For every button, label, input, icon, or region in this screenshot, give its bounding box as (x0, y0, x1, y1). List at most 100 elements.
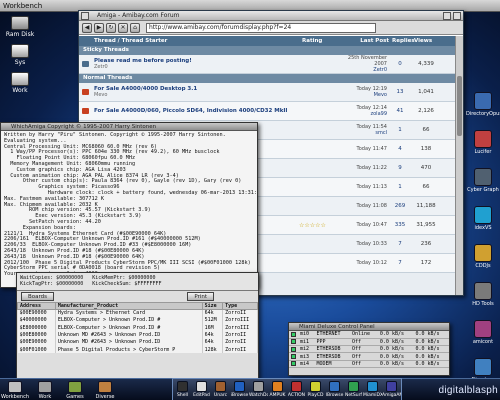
right-dock-item[interactable]: DirectoryOpus (466, 92, 500, 128)
thread-replies[interactable]: 13 (389, 89, 411, 95)
thread-replies[interactable]: 7 (389, 260, 411, 266)
interface-status: Off (350, 345, 378, 354)
board-address: $00E80000 (17, 331, 56, 339)
rx-rate: 0.0 kB/s (377, 331, 414, 339)
last-post-by[interactable]: Mevo (339, 92, 387, 98)
table-row[interactable]: $40000000 ELBOX-Computer > Unknown Prod.I… (17, 316, 258, 325)
thread-starter[interactable]: Zetr0 (94, 64, 299, 70)
thread-views: 66 (422, 184, 430, 190)
table-row[interactable]: $00E80000 Unknown MD #2643 > Unknown Prod… (17, 331, 258, 339)
last-post-by[interactable]: smcl (339, 130, 387, 136)
col-last-post[interactable]: Last Post (339, 36, 389, 46)
thread-row[interactable]: Please read me before posting! Zetr0 25th… (79, 55, 463, 74)
dock-item[interactable]: PlayCD (306, 379, 325, 400)
thread-views: 236 (420, 241, 432, 247)
right-dock-item[interactable]: CDDJs (466, 244, 500, 280)
stop-icon[interactable]: ✕ (118, 22, 128, 33)
dock-label: iBrowse (230, 393, 249, 398)
thread-replies[interactable]: 1 (389, 127, 411, 133)
thread-replies[interactable]: 4 (389, 146, 411, 152)
right-dock-item[interactable]: Lucifer (466, 130, 500, 166)
launcher-item[interactable]: Work (30, 379, 60, 400)
dock-item[interactable]: IBrowse (325, 379, 344, 400)
col-thread[interactable]: Thread / Thread Starter (91, 36, 299, 46)
table-row[interactable]: $00E90000 Hydra Systems > Ethernet Card 64… (17, 309, 258, 317)
right-dock-item[interactable]: idexVS (466, 206, 500, 242)
zoom-icon[interactable] (443, 12, 451, 20)
right-dock-item[interactable]: amicont (466, 320, 500, 356)
back-icon[interactable]: ◀ (82, 22, 92, 33)
print-button[interactable]: Print (187, 292, 214, 301)
dock-item[interactable]: EditPad (192, 379, 211, 400)
col-replies[interactable]: Replies (389, 36, 415, 46)
whichamiga-title-bar[interactable]: WhichAmiga Copyright © 1995-2007 Harry S… (1, 123, 257, 131)
dock-label: MiamiDX (363, 393, 382, 398)
col-rating[interactable]: Rating (299, 36, 339, 46)
last-post-by[interactable]: Zetr0 (339, 67, 387, 73)
dock-item[interactable]: ACTION (287, 379, 306, 400)
dock-item[interactable]: NetSurf (344, 379, 363, 400)
board-size: 64k (202, 331, 224, 339)
dock-item[interactable]: AMPUK (268, 379, 287, 400)
table-row[interactable]: $E8000000 ELBOX-Computer > Unknown Prod.I… (17, 324, 258, 332)
table-row[interactable]: $00E90000 Unknown MD #2643 > Unknown Prod… (17, 338, 258, 346)
reload-icon[interactable]: ↻ (106, 22, 116, 33)
thread-replies[interactable]: 9 (389, 165, 411, 171)
work-volume-icon[interactable]: Work (2, 72, 38, 94)
thread-replies[interactable]: 7 (389, 241, 411, 247)
thread-row[interactable]: For Sale A4000D/060, Piccolo SD64, Indiv… (79, 102, 463, 121)
dock-item[interactable]: Shell (173, 379, 192, 400)
right-dock-item[interactable]: HD Tools (466, 282, 500, 318)
thread-row[interactable]: For Sale A4000/4000 Desktop 3.1 Mevo Today… (79, 83, 463, 102)
scrollbar-thumb[interactable] (457, 76, 462, 136)
app-icon (68, 381, 82, 393)
boards-tab[interactable]: Boards (21, 292, 55, 301)
col-address[interactable]: Address (17, 302, 56, 310)
close-icon[interactable] (81, 12, 89, 20)
app-icon (474, 244, 492, 262)
forward-icon[interactable]: ▶ (94, 22, 104, 33)
browser-title-bar[interactable]: Amiga - Amibay.com Forum (79, 11, 463, 21)
thread-replies[interactable]: 335 (389, 222, 411, 228)
interface-row[interactable]: mi4 MODEM Off 0.0 kB/s 0.0 kB/s (289, 360, 449, 369)
launcher-item[interactable]: Games (60, 379, 90, 400)
ram-disk-icon[interactable]: Ram Disk (2, 16, 38, 38)
control-panel-title-bar[interactable]: Miami Deluxe Control Panel (289, 323, 449, 331)
thread-replies[interactable]: 269 (389, 203, 411, 209)
dock-item[interactable]: iBrowse (230, 379, 249, 400)
thread-replies[interactable]: 0 (389, 61, 411, 67)
thread-replies[interactable]: 41 (389, 108, 411, 114)
disk-icon (11, 16, 29, 30)
launcher-item[interactable]: Diverse (90, 379, 120, 400)
dock-item[interactable]: WatchDog (249, 379, 268, 400)
browser-scrollbar[interactable] (455, 36, 463, 295)
interface-row[interactable]: mi1 PPP Off 0.0 kB/s 0.0 kB/s (289, 338, 449, 347)
last-post-by[interactable]: zola99 (339, 111, 388, 117)
right-dock-item[interactable]: Cyber Graph (466, 168, 500, 204)
col-manufacturer[interactable]: Manufacturer_Product (54, 302, 203, 310)
col-views[interactable]: Views (411, 36, 441, 46)
thread-title[interactable]: For Sale A4000/4000 Desktop 3.1 (94, 86, 197, 92)
thread-title[interactable]: Please read me before posting! (94, 58, 192, 64)
home-icon[interactable]: ⌂ (130, 22, 140, 33)
thread-title[interactable]: For Sale A4000D/060, Piccolo SD64, Indiv… (94, 108, 287, 114)
dock-item[interactable]: MiamiDX (363, 379, 382, 400)
dock-item[interactable]: Unarc (211, 379, 230, 400)
interface-row[interactable]: mi0 ETHERNET Online 0.0 kB/s 0.0 kB/s (289, 331, 449, 339)
url-field[interactable]: http://www.amibay.com/forumdisplay.php?f… (146, 22, 376, 33)
depth-icon[interactable] (453, 12, 461, 20)
thread-views: 11,188 (416, 203, 436, 209)
col-type[interactable]: Type (222, 302, 258, 310)
interface-status: Off (350, 352, 378, 361)
desktop-icon-label: Work (12, 87, 28, 94)
launcher-item[interactable]: Workbench (0, 379, 30, 400)
sys-volume-icon[interactable]: Sys (2, 44, 38, 66)
table-row[interactable]: $00F01000 Phase 5 Digital Products > Cybe… (17, 345, 258, 354)
interface-row[interactable]: mi3 ETHERSDB Off 0.0 kB/s 0.0 kB/s (289, 352, 449, 361)
app-icon (329, 381, 340, 392)
thread-starter[interactable]: Mevo (94, 92, 299, 98)
dock-item[interactable]: AmigaAMP (382, 379, 401, 400)
interface-row[interactable]: mi2 ETHERSDB Off 0.0 kB/s 0.0 kB/s (289, 345, 449, 354)
col-size[interactable]: Size (201, 302, 224, 310)
thread-replies[interactable]: 1 (389, 184, 411, 190)
